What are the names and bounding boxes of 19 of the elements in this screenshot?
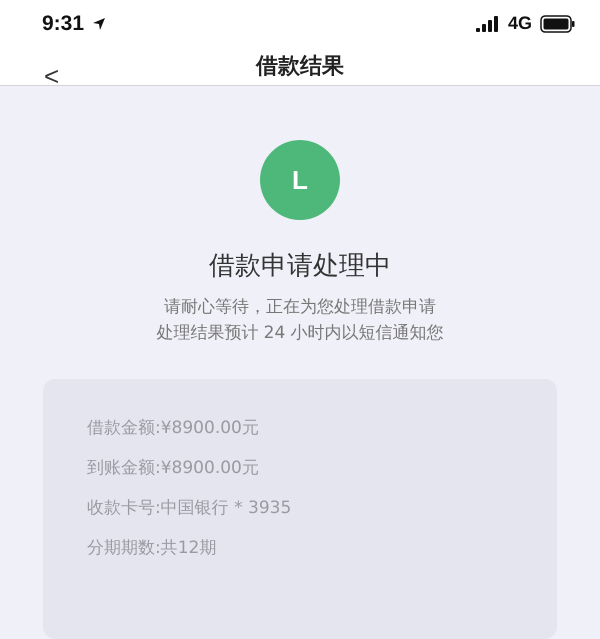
status-message: 请耐心等待，正在为您处理借款申请 [164, 296, 436, 319]
page-title: 借款结果 [256, 53, 344, 82]
status-message: 处理结果预计 24 小时内以短信通知您 [156, 322, 444, 345]
detail-label: 收款卡号: [87, 497, 161, 520]
detail-value: ¥8900.00元 [160, 417, 259, 440]
status-avatar-icon: L [260, 140, 340, 220]
back-button[interactable]: < [36, 57, 68, 96]
signal-icon [476, 16, 500, 32]
detail-label: 到账金额: [87, 457, 161, 480]
status-time: 9:31 [42, 12, 84, 36]
detail-label: 借款金额: [87, 417, 161, 440]
battery-icon [540, 14, 576, 33]
location-arrow-icon [92, 16, 106, 31]
detail-label: 分期期数: [87, 537, 161, 560]
network-type: 4G [508, 13, 532, 34]
detail-value: ¥8900.00元 [160, 457, 259, 480]
detail-value: 共12期 [160, 537, 216, 560]
detail-value: 中国银行 * 3935 [160, 497, 292, 520]
status-title: 借款申请处理中 [209, 250, 391, 283]
